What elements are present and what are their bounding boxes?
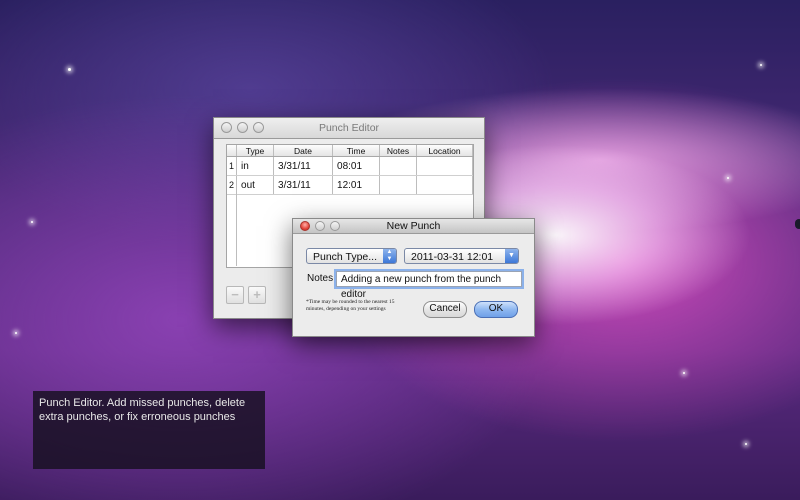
- column-header-type[interactable]: Type: [236, 145, 275, 157]
- plus-icon: +: [253, 287, 261, 302]
- chevron-down-icon: ▼: [505, 249, 518, 263]
- add-punch-button[interactable]: +: [248, 286, 266, 304]
- star-decoration: [760, 64, 762, 66]
- cell-time[interactable]: 08:01: [332, 156, 381, 176]
- column-header-time[interactable]: Time: [332, 145, 381, 157]
- chevron-updown-icon: ▲ ▼: [383, 249, 396, 263]
- minimize-icon[interactable]: [315, 221, 325, 231]
- table-row[interactable]: 1 in 3/31/11 08:01: [227, 156, 473, 176]
- row-number: 2: [227, 175, 237, 195]
- row-number-gutter: [227, 193, 237, 266]
- window-controls: [221, 122, 264, 133]
- remove-punch-button[interactable]: −: [226, 286, 244, 304]
- star-decoration: [745, 443, 747, 445]
- window-controls: [300, 221, 340, 231]
- cell-type[interactable]: in: [236, 156, 275, 176]
- cell-date[interactable]: 3/31/11: [273, 175, 334, 195]
- row-number: 1: [227, 156, 237, 176]
- cell-location[interactable]: [416, 156, 473, 176]
- new-punch-window: New Punch Punch Type... ▲ ▼ 2011-03-31 12…: [292, 218, 535, 337]
- ok-label: OK: [488, 303, 504, 314]
- punch-editor-titlebar: Punch Editor: [214, 118, 484, 139]
- minimize-icon[interactable]: [237, 122, 248, 133]
- column-header-location[interactable]: Location: [416, 145, 473, 157]
- close-icon[interactable]: [300, 221, 310, 231]
- rounding-note: *Time may be rounded to the nearest 15 m…: [306, 299, 395, 312]
- minus-icon: −: [231, 287, 239, 302]
- cell-date[interactable]: 3/31/11: [273, 156, 334, 176]
- caption-text: Punch Editor. Add missed punches, delete…: [39, 397, 246, 423]
- caption-overlay: Punch Editor. Add missed punches, delete…: [33, 391, 265, 469]
- punch-type-value: Punch Type...: [313, 251, 378, 263]
- cell-location[interactable]: [416, 175, 473, 195]
- cell-time[interactable]: 12:01: [332, 175, 381, 195]
- new-punch-titlebar: New Punch: [293, 219, 534, 234]
- table-row[interactable]: 2 out 3/31/11 12:01: [227, 175, 473, 195]
- cell-type[interactable]: out: [236, 175, 275, 195]
- zoom-icon[interactable]: [330, 221, 340, 231]
- cell-notes[interactable]: [379, 156, 418, 176]
- notes-label: Notes:: [307, 273, 336, 284]
- cancel-button[interactable]: Cancel: [423, 301, 467, 318]
- star-decoration: [727, 177, 729, 179]
- datetime-value: 2011-03-31 12:01: [411, 251, 494, 263]
- zoom-icon[interactable]: [253, 122, 264, 133]
- punch-editor-title: Punch Editor: [318, 122, 380, 134]
- close-icon[interactable]: [221, 122, 232, 133]
- cancel-label: Cancel: [429, 303, 461, 314]
- ok-button[interactable]: OK: [474, 301, 518, 318]
- table-header: Type Date Time Notes Location: [227, 145, 473, 157]
- notes-field[interactable]: Adding a new punch from the punch editor: [336, 271, 522, 300]
- punch-type-select[interactable]: Punch Type... ▲ ▼: [306, 248, 397, 264]
- star-decoration: [31, 221, 33, 223]
- cell-notes[interactable]: [379, 175, 418, 195]
- new-punch-title: New Punch: [386, 220, 441, 232]
- edge-handle[interactable]: [795, 219, 800, 229]
- star-decoration: [68, 68, 71, 71]
- row-number-header: [227, 145, 237, 157]
- datetime-select[interactable]: 2011-03-31 12:01 ▼: [404, 248, 519, 264]
- column-header-notes[interactable]: Notes: [379, 145, 418, 157]
- star-decoration: [15, 332, 17, 334]
- column-header-date[interactable]: Date: [273, 145, 334, 157]
- star-decoration: [683, 372, 685, 374]
- notes-value: Adding a new punch from the punch editor: [341, 274, 502, 300]
